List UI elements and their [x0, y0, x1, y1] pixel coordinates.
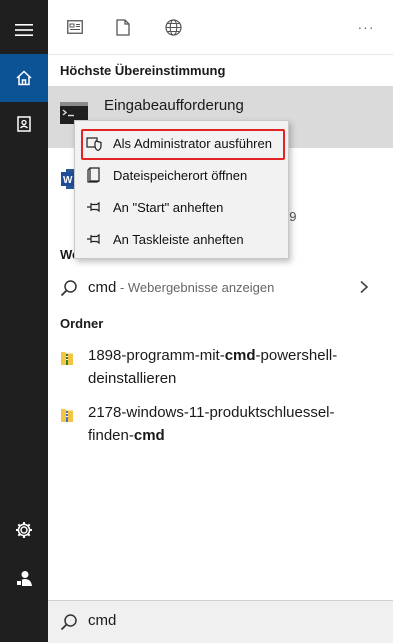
svg-text:W: W	[63, 175, 73, 186]
folders-heading: Ordner	[60, 316, 104, 331]
pin-to-start-menu-item[interactable]: An "Start" anheften	[75, 191, 288, 223]
search-icon	[60, 613, 78, 636]
search-results-panel: ··· Höchste Übereinstimmung Eingabeauffo…	[48, 0, 393, 642]
menu-item-label: An Taskleiste anheften	[113, 231, 244, 247]
chevron-right-icon[interactable]	[359, 280, 369, 299]
zip-folder-icon	[60, 350, 74, 371]
home-icon[interactable]	[0, 54, 48, 102]
divider	[48, 54, 393, 55]
folder-item[interactable]: 2178-windows-11-produktschluessel- finde…	[48, 401, 393, 451]
user-icon[interactable]	[0, 554, 48, 602]
pin-icon	[75, 201, 113, 213]
web-suffix: - Webergebnisse anzeigen	[116, 280, 275, 295]
best-match-heading: Höchste Übereinstimmung	[60, 63, 226, 78]
document-icon[interactable]	[112, 16, 134, 38]
zip-folder-icon	[60, 407, 74, 428]
folder-item[interactable]: 1898-programm-mit-cmd-powershell- deinst…	[48, 344, 393, 394]
folder-line-2: deinstallieren	[88, 370, 177, 387]
best-match-title: Eingabeaufforderung	[104, 97, 244, 114]
menu-item-label: Dateispeicherort öffnen	[113, 167, 248, 183]
folder-line-2: finden-cmd	[88, 427, 165, 444]
pin-to-taskbar-menu-item[interactable]: An Taskleiste anheften	[75, 223, 288, 255]
search-input[interactable]: cmd	[88, 612, 116, 629]
more-options-icon[interactable]: ···	[354, 16, 378, 38]
web-icon[interactable]	[162, 16, 184, 38]
context-menu: Als Administrator ausführen Dateispeiche…	[74, 120, 289, 259]
folder-line-1: 2178-windows-11-produktschluessel-	[88, 404, 335, 421]
menu-item-label: Als Administrator ausführen	[113, 135, 272, 151]
web-query: cmd	[88, 279, 117, 296]
settings-icon[interactable]	[0, 506, 48, 554]
shield-icon	[75, 135, 113, 151]
open-file-location-menu-item[interactable]: Dateispeicherort öffnen	[75, 159, 288, 191]
top-filter-bar: ···	[48, 0, 393, 54]
documents-icon[interactable]	[0, 100, 48, 148]
hamburger-menu-icon[interactable]	[0, 6, 48, 54]
apps-icon[interactable]	[64, 16, 86, 38]
folder-line-1: 1898-programm-mit-cmd-powershell-	[88, 347, 338, 364]
search-box[interactable]: cmd	[48, 600, 393, 643]
pin-icon	[75, 233, 113, 245]
file-location-icon	[75, 167, 113, 183]
menu-item-label: An "Start" anheften	[113, 199, 224, 215]
web-search-result[interactable]: cmd - Webergebnisse anzeigen	[48, 268, 393, 308]
start-sidebar	[0, 0, 48, 642]
run-as-admin-menu-item[interactable]: Als Administrator ausführen	[75, 127, 288, 159]
search-icon	[60, 279, 78, 302]
